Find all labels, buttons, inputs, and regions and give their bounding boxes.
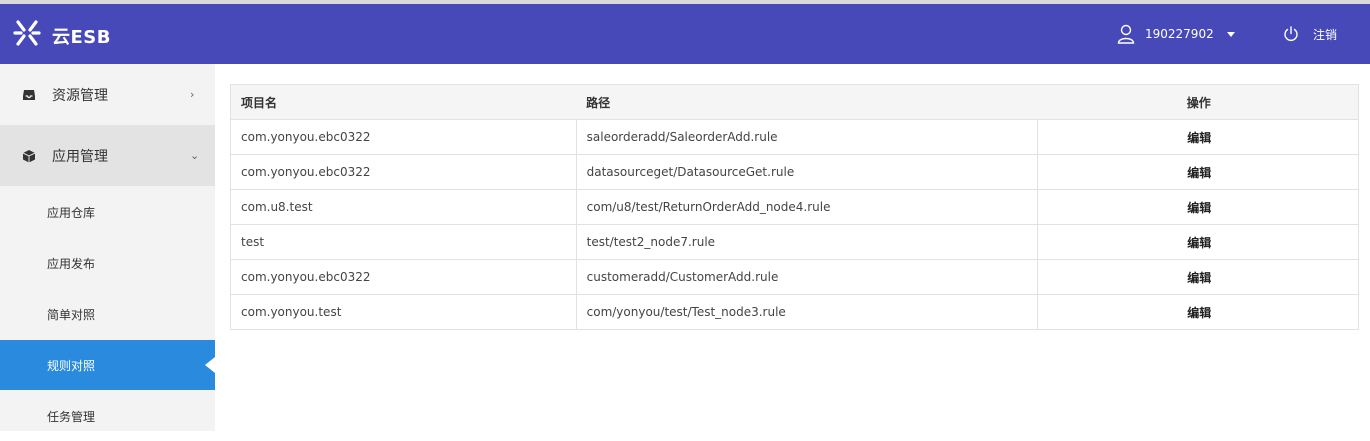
brand-title: 云ESB: [52, 27, 111, 48]
sidebar-item-app-repository[interactable]: 应用仓库: [0, 187, 215, 237]
table-row: com.yonyou.ebc0322 customeradd/CustomerA…: [230, 259, 1359, 295]
top-header: 云ESB 190227902 注销: [0, 4, 1370, 64]
column-header-action: 操作: [1037, 84, 1359, 120]
path-cell: datasourceget/DatasourceGet.rule: [575, 154, 1039, 190]
project-cell: com.yonyou.ebc0322: [230, 119, 577, 155]
path-cell: customeradd/CustomerAdd.rule: [575, 259, 1039, 295]
sidebar-menu-app-management[interactable]: 应用管理 ⌄: [0, 125, 215, 186]
project-cell: test: [230, 224, 577, 260]
sidebar-item-label: 规则对照: [47, 358, 96, 373]
sidebar-item-app-publish[interactable]: 应用发布: [0, 238, 215, 288]
esb-logo-icon: [13, 20, 41, 46]
chevron-down-icon: ⌄: [190, 149, 200, 162]
edit-link[interactable]: 编辑: [1037, 189, 1359, 225]
table-row: com.yonyou.test com/yonyou/test/Test_nod…: [230, 294, 1359, 330]
table-row: test test/test2_node7.rule 编辑: [230, 224, 1359, 260]
path-cell: com/u8/test/ReturnOrderAdd_node4.rule: [575, 189, 1039, 225]
cube-icon: [22, 149, 36, 162]
edit-link[interactable]: 编辑: [1037, 294, 1359, 330]
column-header-path: 路径: [576, 84, 1038, 120]
sidebar-item-task-management[interactable]: 任务管理: [0, 391, 215, 441]
sidebar-menu-resource-management[interactable]: 资源管理 ›: [0, 64, 215, 125]
project-cell: com.yonyou.ebc0322: [230, 259, 577, 295]
table-row: com.yonyou.ebc0322 saleorderadd/Saleorde…: [230, 119, 1359, 155]
active-indicator: [205, 357, 215, 373]
sidebar-menu-label: 资源管理: [52, 87, 108, 104]
edit-link[interactable]: 编辑: [1037, 154, 1359, 190]
path-cell: saleorderadd/SaleorderAdd.rule: [575, 119, 1039, 155]
sidebar-item-label: 应用发布: [47, 256, 96, 271]
sidebar-item-rule-mapping[interactable]: 规则对照: [0, 340, 215, 390]
table-row: com.u8.test com/u8/test/ReturnOrderAdd_n…: [230, 189, 1359, 225]
table-header-row: 项目名 路径 操作: [230, 84, 1359, 120]
table-row: com.yonyou.ebc0322 datasourceget/Datasou…: [230, 154, 1359, 190]
project-cell: com.u8.test: [230, 189, 577, 225]
user-icon: [1117, 24, 1135, 44]
sidebar-item-label: 简单对照: [47, 307, 96, 322]
user-menu[interactable]: 190227902: [1117, 22, 1235, 46]
sidebar-item-simple-mapping[interactable]: 简单对照: [0, 289, 215, 339]
sidebar-item-label: 任务管理: [47, 409, 96, 424]
sidebar-menu-label: 应用管理: [52, 148, 108, 165]
path-cell: test/test2_node7.rule: [575, 224, 1039, 260]
edit-link[interactable]: 编辑: [1037, 259, 1359, 295]
chevron-right-icon: ›: [190, 88, 195, 101]
edit-link[interactable]: 编辑: [1037, 224, 1359, 260]
username-label: 190227902: [1145, 27, 1214, 41]
logout-label: 注销: [1313, 27, 1338, 42]
rule-mapping-table: 项目名 路径 操作 com.yonyou.ebc0322 saleorderad…: [230, 84, 1359, 330]
sidebar-item-label: 应用仓库: [47, 205, 96, 220]
caret-down-icon: [1226, 31, 1235, 37]
project-cell: com.yonyou.test: [230, 294, 577, 330]
project-cell: com.yonyou.ebc0322: [230, 154, 577, 190]
edit-link[interactable]: 编辑: [1037, 119, 1359, 155]
logout-button[interactable]: 注销: [1283, 22, 1337, 46]
column-header-project: 项目名: [230, 84, 577, 120]
inbox-icon: [23, 89, 35, 100]
path-cell: com/yonyou/test/Test_node3.rule: [575, 294, 1039, 330]
power-icon: [1284, 26, 1298, 41]
